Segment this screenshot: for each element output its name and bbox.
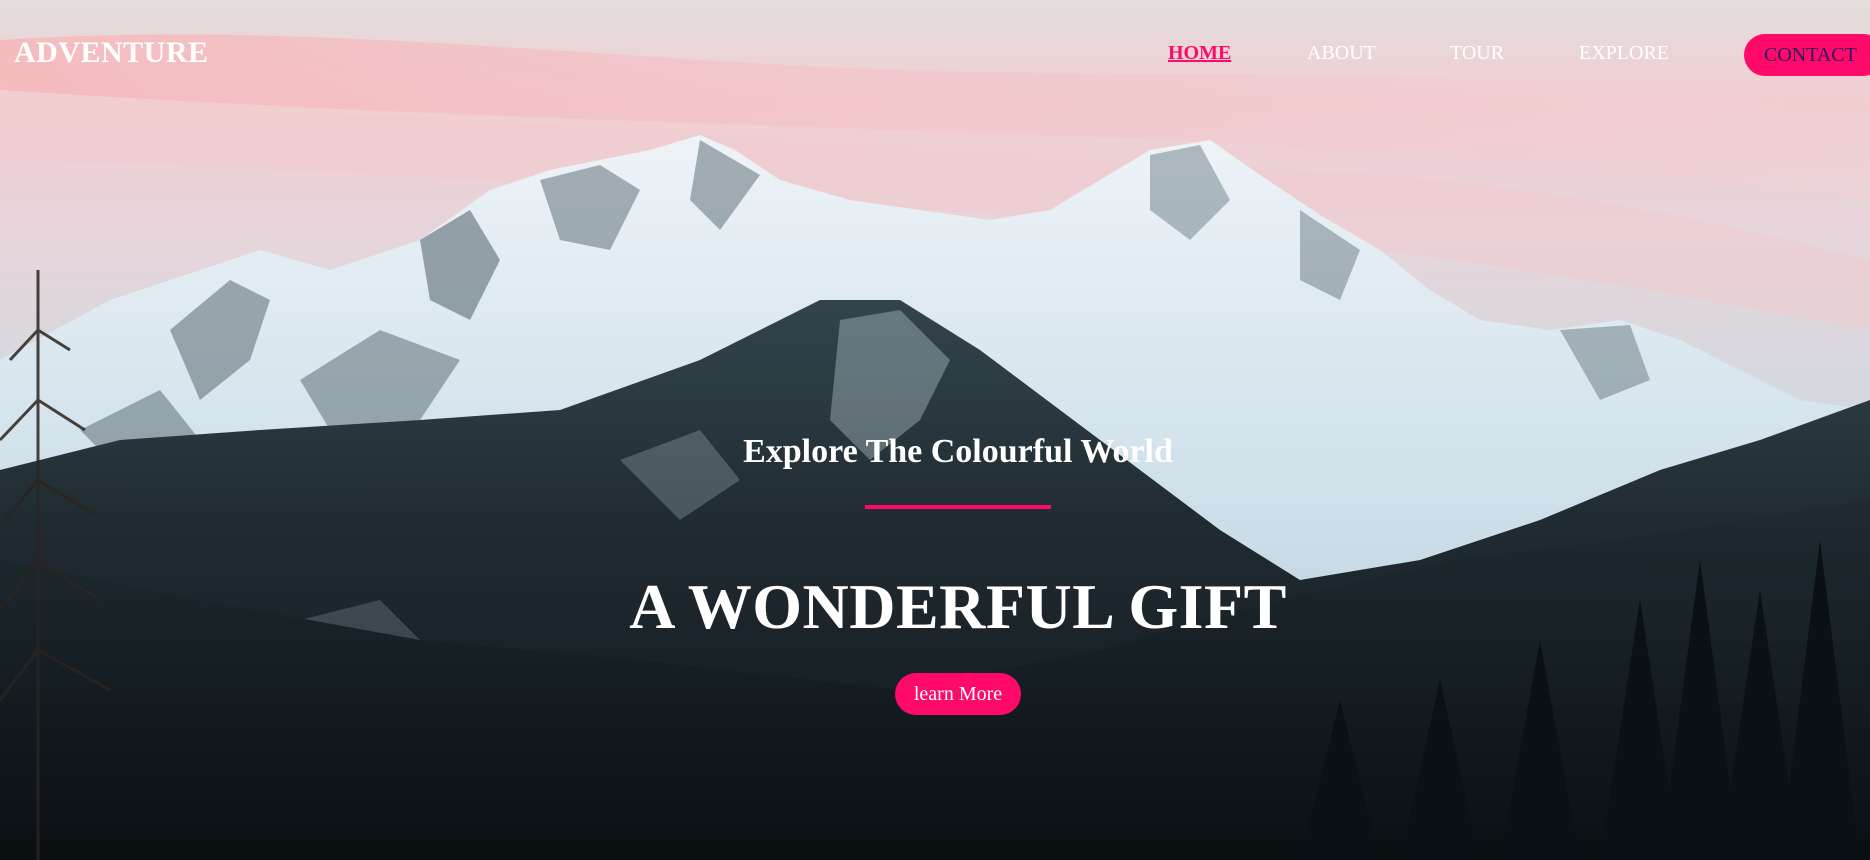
nav-link-explore[interactable]: EXPLORE: [1579, 42, 1669, 65]
hero-section: ADVENTURE HOME ABOUT TOUR EXPLORE CONTAC…: [0, 0, 1870, 860]
hero-background-image: [0, 0, 1870, 860]
hero-divider: [865, 505, 1051, 509]
nav-link-tour[interactable]: TOUR: [1450, 42, 1504, 65]
hero-title: A WONDERFUL GIFT: [629, 571, 1287, 642]
nav-link-home[interactable]: HOME: [1168, 42, 1231, 65]
hero-subtitle: Explore The Colourful World: [743, 433, 1173, 470]
nav-link-about[interactable]: ABOUT: [1307, 42, 1376, 65]
contact-button[interactable]: CONTACT: [1744, 34, 1870, 76]
top-navigation: ADVENTURE HOME ABOUT TOUR EXPLORE CONTAC…: [0, 0, 1870, 110]
site-logo[interactable]: ADVENTURE: [14, 36, 209, 70]
learn-more-button[interactable]: learn More: [895, 673, 1021, 715]
